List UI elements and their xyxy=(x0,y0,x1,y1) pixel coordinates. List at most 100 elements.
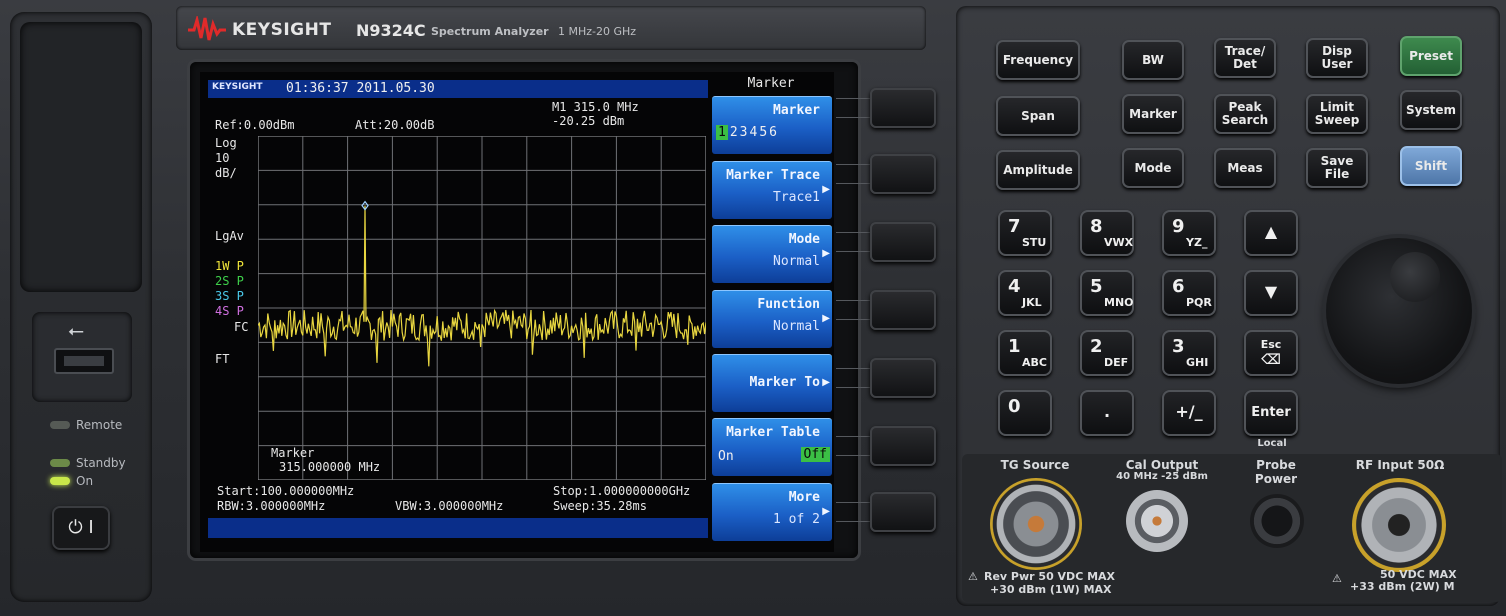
softkey-more[interactable]: More ▶ 1 of 2 xyxy=(712,483,832,541)
softkey-mode-value: Normal xyxy=(773,254,820,269)
preset-key[interactable]: Preset xyxy=(1400,36,1462,76)
softkey-marker-table-label: Marker Table xyxy=(726,425,820,440)
key-1[interactable]: 1 ABC xyxy=(998,330,1052,376)
on-indicator: On xyxy=(50,474,93,488)
span-key[interactable]: Span xyxy=(996,96,1080,136)
menu-title: Marker xyxy=(747,76,795,91)
esc-key[interactable]: Esc ⌫ xyxy=(1244,330,1298,376)
attenuation: Att:20.00dB xyxy=(355,118,435,132)
submenu-arrow-icon: ▶ xyxy=(822,506,830,517)
key-9[interactable]: 9 YZ_ xyxy=(1162,210,1216,256)
key-digit: 0 xyxy=(1008,396,1021,417)
backspace-icon: ⌫ xyxy=(1261,352,1281,368)
softkey-button-5[interactable] xyxy=(870,358,936,398)
save-file-key[interactable]: Save File xyxy=(1306,148,1368,188)
softkey-marker-to-label: Marker To xyxy=(749,375,820,390)
sweep-time: Sweep:35.28ms xyxy=(553,499,647,513)
key-digit: 7 xyxy=(1008,216,1021,237)
rf-warning-2: +33 dBm (2W) M xyxy=(1350,580,1455,593)
softkey-button-1[interactable] xyxy=(870,88,936,128)
tg-warning-2: +30 dBm (1W) MAX xyxy=(990,583,1112,596)
usb-icon: ⭠ xyxy=(68,318,84,342)
softkey-link xyxy=(836,98,872,118)
key-digit: 9 xyxy=(1172,216,1185,237)
trace-2-status: 2S P xyxy=(215,274,244,288)
softkey-button-6[interactable] xyxy=(870,426,936,466)
up-arrow-key[interactable]: ▲ xyxy=(1244,210,1298,256)
mode-key[interactable]: Mode xyxy=(1122,148,1184,188)
marker-option: 5 xyxy=(759,125,768,140)
softkey-marker-trace[interactable]: Marker Trace ▶ Trace1 xyxy=(712,161,832,219)
tg-source-label: TG Source xyxy=(1000,458,1070,472)
warning-icon: ⚠ xyxy=(968,570,978,583)
enter-key[interactable]: Enter xyxy=(1244,390,1298,436)
vbw-value: VBW:3.000000MHz xyxy=(395,499,504,513)
softkey-marker-label: Marker xyxy=(773,103,820,118)
softkey-link xyxy=(836,502,872,522)
softkey-button-2[interactable] xyxy=(870,154,936,194)
key-digit: +/_ xyxy=(1175,402,1203,421)
trace-det-key[interactable]: Trace/ Det xyxy=(1214,38,1276,78)
key-letters: MNO xyxy=(1104,296,1134,309)
fc-indicator: FC xyxy=(234,320,249,334)
softkey-marker-to[interactable]: Marker To ▶ xyxy=(712,354,832,412)
softkey-button-7[interactable] xyxy=(870,492,936,532)
tg-source-connector[interactable] xyxy=(990,478,1082,570)
softkey-button-3[interactable] xyxy=(870,222,936,262)
key-digit: 4 xyxy=(1008,276,1021,297)
power-button[interactable]: ⏻ I xyxy=(52,506,110,550)
meas-key[interactable]: Meas xyxy=(1214,148,1276,188)
rf-input-connector[interactable] xyxy=(1352,478,1446,572)
system-key[interactable]: System xyxy=(1400,90,1462,130)
key-letters: JKL xyxy=(1022,296,1042,309)
frequency-key[interactable]: Frequency xyxy=(996,40,1080,80)
marker-option: 1 xyxy=(716,125,728,140)
marker-option: 6 xyxy=(769,125,777,140)
disp-user-key[interactable]: Disp User xyxy=(1306,38,1368,78)
stop-frequency: Stop:1.000000000GHz xyxy=(553,484,691,498)
key-4[interactable]: 4 JKL xyxy=(998,270,1052,316)
shift-key[interactable]: Shift xyxy=(1400,146,1462,186)
submenu-arrow-icon: ▶ xyxy=(822,248,830,259)
softkey-button-4[interactable] xyxy=(870,290,936,330)
screen-datetime: 01:36:37 2011.05.30 xyxy=(286,81,435,96)
key-0[interactable]: 0 xyxy=(998,390,1052,436)
display-screen: KEYSIGHT 01:36:37 2011.05.30 Ref:0.00dBm… xyxy=(200,72,834,552)
limit-sweep-key[interactable]: Limit Sweep xyxy=(1306,94,1368,134)
key-7[interactable]: 7 STU xyxy=(998,210,1052,256)
softkey-function[interactable]: Function ▶ Normal xyxy=(712,290,832,348)
softkey-marker-table[interactable]: Marker Table On Off xyxy=(712,418,832,476)
screen-title-bar xyxy=(208,80,708,98)
softkey-marker[interactable]: Marker 1 2 3 4 5 6 xyxy=(712,96,832,154)
submenu-arrow-icon: ▶ xyxy=(822,313,830,324)
softkey-mode[interactable]: Mode ▶ Normal xyxy=(712,225,832,283)
key-digit: 6 xyxy=(1172,276,1185,297)
key-letters: YZ_ xyxy=(1186,236,1208,249)
remote-label: Remote xyxy=(76,418,123,432)
trace-4-status: 4S P xyxy=(215,304,244,318)
usb-port[interactable] xyxy=(54,348,114,374)
probe-power-connector[interactable] xyxy=(1250,494,1304,548)
key-decimal[interactable]: . xyxy=(1080,390,1134,436)
marker-key[interactable]: Marker xyxy=(1122,94,1184,134)
marker-option: 4 xyxy=(749,125,758,140)
marker-readout-freq: M1 315.0 MHz xyxy=(552,100,639,114)
key-2[interactable]: 2 DEF xyxy=(1080,330,1134,376)
softkey-function-value: Normal xyxy=(773,319,820,334)
arrow-down-icon: ▼ xyxy=(1264,282,1278,301)
peak-search-key[interactable]: Peak Search xyxy=(1214,94,1276,134)
cal-output-connector[interactable] xyxy=(1126,490,1188,552)
key-3[interactable]: 3 GHI xyxy=(1162,330,1216,376)
key-5[interactable]: 5 MNO xyxy=(1080,270,1134,316)
key-8[interactable]: 8 VWX xyxy=(1080,210,1134,256)
bw-key[interactable]: BW xyxy=(1122,40,1184,80)
warning-icon: ⚠ xyxy=(1332,572,1342,585)
key-sign[interactable]: +/_ xyxy=(1162,390,1216,436)
key-6[interactable]: 6 PQR xyxy=(1162,270,1216,316)
arrow-up-icon: ▲ xyxy=(1264,222,1278,241)
standby-label: Standby xyxy=(76,456,126,470)
down-arrow-key[interactable]: ▼ xyxy=(1244,270,1298,316)
scale-unit: dB/ xyxy=(215,166,237,180)
local-label: Local xyxy=(1257,438,1287,449)
amplitude-key[interactable]: Amplitude xyxy=(996,150,1080,190)
